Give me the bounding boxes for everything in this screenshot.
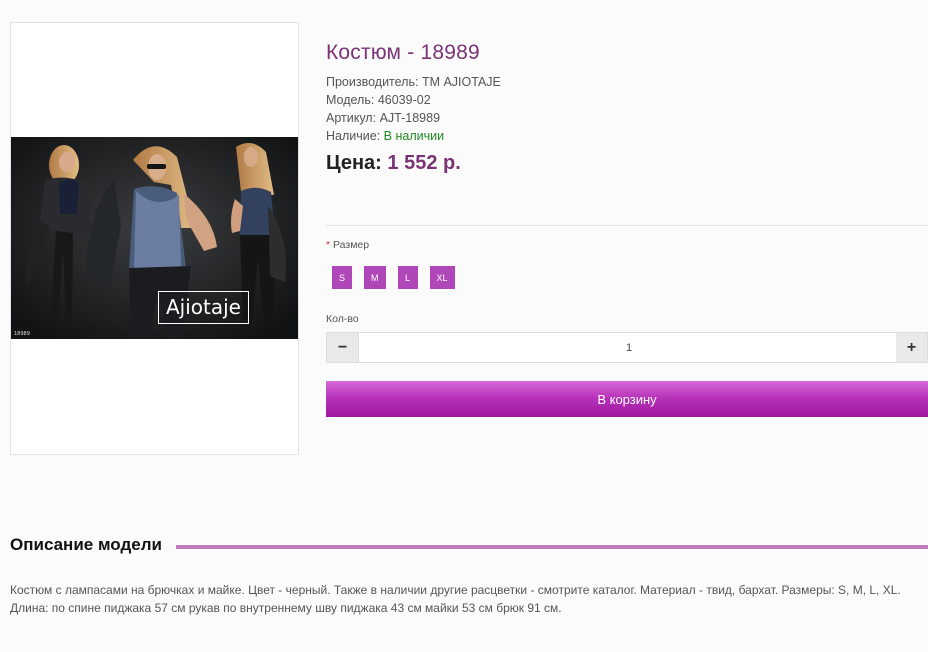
description-text: Костюм с лампасами на брючках и майке. Ц…: [10, 583, 901, 615]
article-row: Артикул: AJT-18989: [326, 109, 501, 127]
size-option-s[interactable]: S: [332, 266, 353, 289]
quantity-decrease-button[interactable]: −: [327, 333, 358, 362]
minus-icon: −: [337, 338, 348, 356]
quantity-stepper: − +: [326, 332, 928, 363]
required-mark: *: [326, 239, 331, 251]
availability-label: Наличие:: [326, 129, 381, 143]
size-label: * Размер: [326, 239, 369, 251]
price-value: 1 552 р.: [387, 152, 461, 174]
size-option-l[interactable]: L: [397, 266, 418, 289]
article-value: AJT-18989: [379, 111, 441, 125]
description-title-line: [176, 545, 928, 549]
availability-value: В наличии: [383, 129, 445, 143]
product-page: Ajiotaje 18989 Костюм - 18989 Производит…: [0, 0, 928, 652]
article-label: Артикул:: [326, 111, 377, 125]
product-photo-illustration: [11, 137, 298, 339]
product-photo[interactable]: Ajiotaje 18989: [11, 137, 298, 339]
photo-number: 18989: [14, 331, 30, 337]
model-label: Модель:: [326, 93, 375, 107]
add-to-cart-button[interactable]: В корзину: [326, 381, 928, 417]
size-option-m[interactable]: M: [364, 266, 386, 289]
quantity-input[interactable]: [358, 333, 900, 362]
size-options: S M L XL: [332, 266, 455, 289]
quantity-label: Кол-во: [326, 313, 359, 325]
availability-row: Наличие: В наличии: [326, 127, 501, 145]
brand-logo: Ajiotaje: [158, 291, 249, 324]
model-row: Модель: 46039-02: [326, 91, 501, 109]
options-divider: [326, 225, 928, 226]
manufacturer-label: Производитель:: [326, 75, 419, 89]
plus-icon: +: [906, 338, 917, 356]
manufacturer-value: ТМ AJIOTAJE: [421, 75, 501, 89]
quantity-increase-button[interactable]: +: [896, 333, 927, 362]
product-meta: Производитель: ТМ AJIOTAJE Модель: 46039…: [326, 73, 501, 145]
model-value: 46039-02: [377, 93, 431, 107]
price-label: Цена:: [326, 152, 382, 174]
price-row: Цена: 1 552 р.: [326, 152, 461, 175]
product-title: Костюм - 18989: [326, 41, 480, 64]
description-title: Описание модели: [10, 535, 162, 554]
product-image-frame: Ajiotaje 18989: [10, 22, 299, 455]
manufacturer-row: Производитель: ТМ AJIOTAJE: [326, 73, 501, 91]
size-option-xl[interactable]: XL: [429, 266, 455, 289]
size-label-text: Размер: [333, 239, 370, 251]
